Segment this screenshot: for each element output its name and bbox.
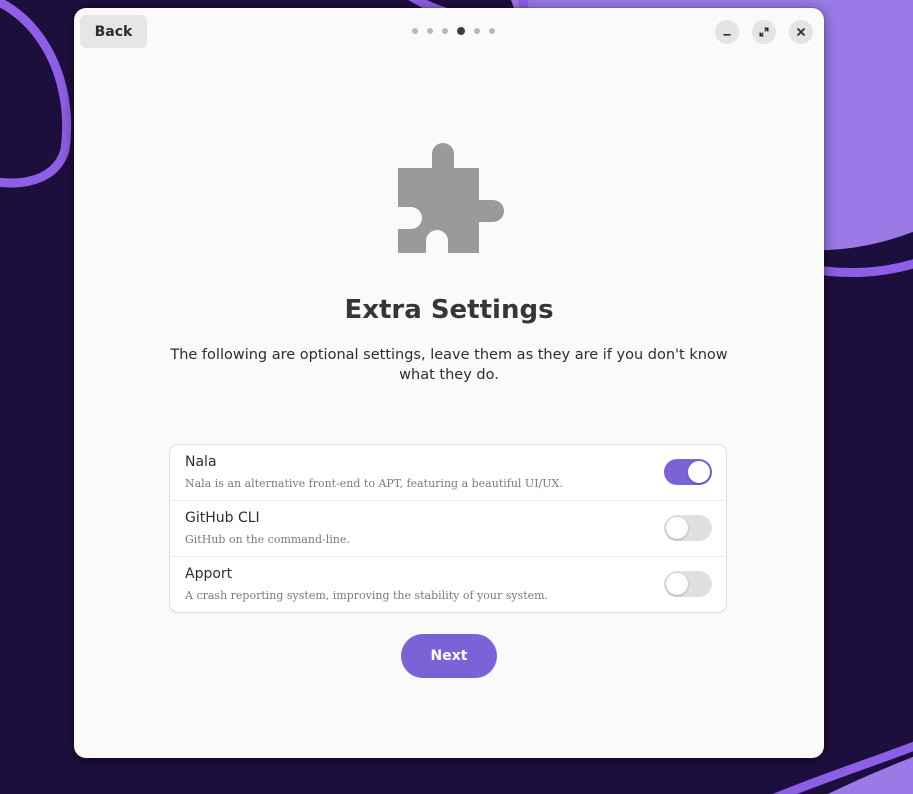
page-dot-3[interactable] <box>442 28 448 34</box>
toggle-knob <box>666 573 688 595</box>
option-title: Nala <box>185 454 217 470</box>
page-title: Extra Settings <box>344 295 554 325</box>
page-dot-2[interactable] <box>427 28 433 34</box>
option-row-apport[interactable]: Apport A crash reporting system, improvi… <box>170 557 726 612</box>
minimize-button[interactable] <box>715 20 739 44</box>
next-button[interactable]: Next <box>401 634 497 678</box>
option-subtitle: GitHub on the command-line. <box>185 533 350 546</box>
page-indicator <box>412 27 495 35</box>
installer-window: Back Extra Settings The following are op… <box>74 8 824 758</box>
header-bar: Back <box>74 8 824 54</box>
option-subtitle: A crash reporting system, improving the … <box>185 589 549 602</box>
page-description: The following are optional settings, lea… <box>170 347 728 383</box>
close-button[interactable] <box>789 20 813 44</box>
toggle-knob <box>666 517 688 539</box>
option-title: GitHub CLI <box>185 510 260 526</box>
page-dot-6[interactable] <box>489 28 495 34</box>
puzzle-piece-icon <box>398 143 504 253</box>
page-dot-5[interactable] <box>474 28 480 34</box>
toggle-knob <box>688 461 710 483</box>
option-subtitle: Nala is an alternative front-end to APT,… <box>185 477 563 490</box>
options-list: Nala Nala is an alternative front-end to… <box>170 445 726 612</box>
option-title: Apport <box>185 566 233 582</box>
option-row-nala[interactable]: Nala Nala is an alternative front-end to… <box>170 445 726 501</box>
option-row-github-cli[interactable]: GitHub CLI GitHub on the command-line. <box>170 501 726 557</box>
nala-toggle[interactable] <box>664 459 712 485</box>
back-button[interactable]: Back <box>80 15 147 48</box>
github-cli-toggle[interactable] <box>664 515 712 541</box>
close-icon <box>796 27 806 37</box>
minimize-icon <box>723 34 731 36</box>
maximize-button[interactable] <box>752 20 776 44</box>
apport-toggle[interactable] <box>664 571 712 597</box>
page-dot-4-current[interactable] <box>457 27 465 35</box>
maximize-icon <box>759 27 769 37</box>
page-dot-1[interactable] <box>412 28 418 34</box>
